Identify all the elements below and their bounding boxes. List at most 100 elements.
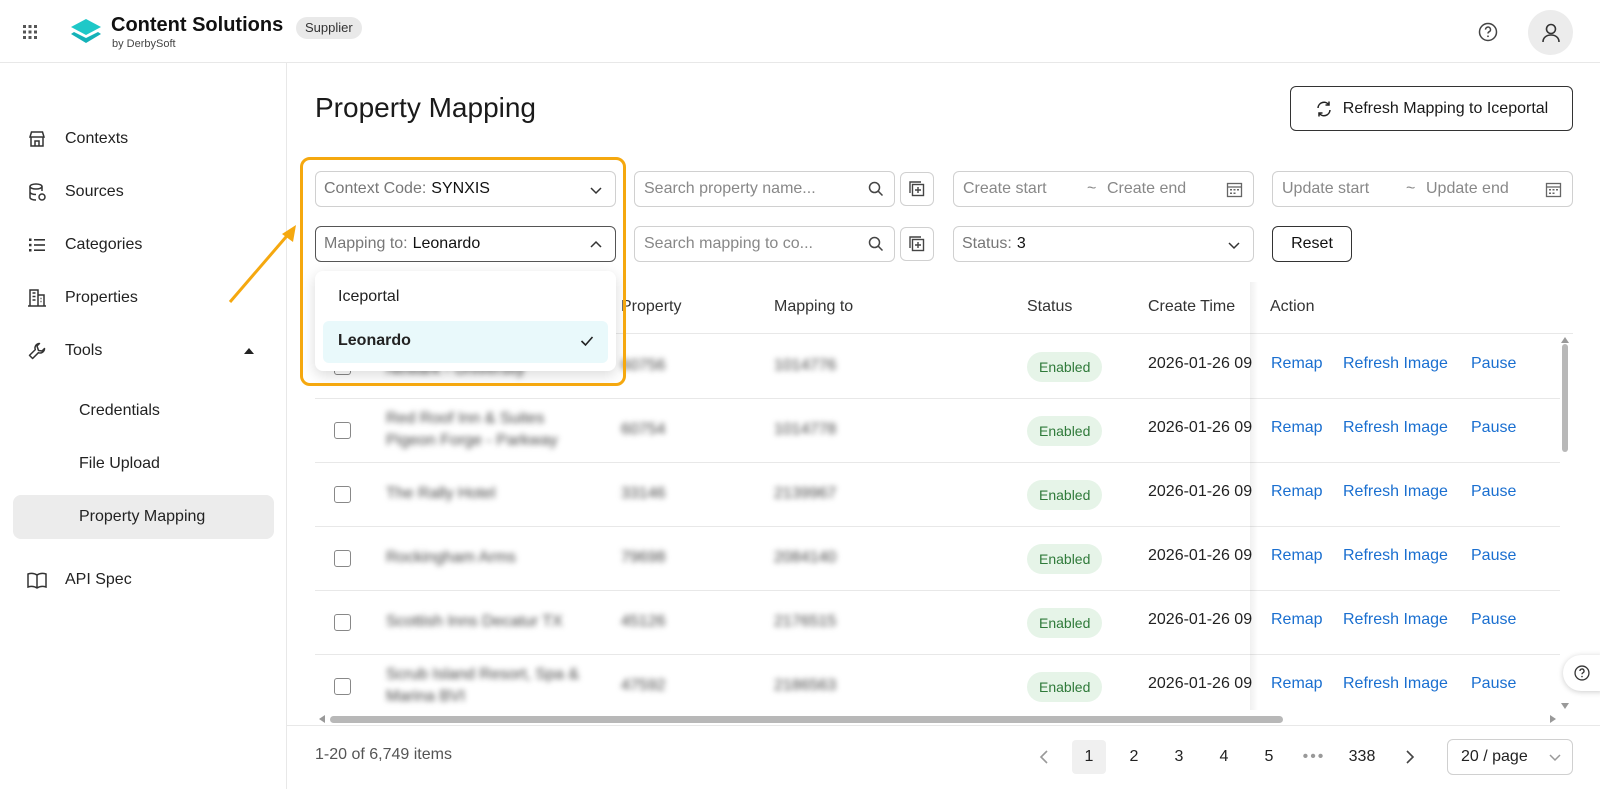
row-checkbox[interactable] bbox=[334, 550, 351, 567]
property-name: Scrub Island Resort, Spa & Marina BVI bbox=[386, 666, 579, 705]
search-property-button[interactable] bbox=[857, 171, 895, 207]
search-mapping-input[interactable]: Search mapping to co... bbox=[634, 226, 858, 262]
column-header-create-time[interactable]: Create Time bbox=[1148, 298, 1235, 316]
column-header-mapping-to[interactable]: Mapping to bbox=[774, 298, 853, 316]
search-mapping-button[interactable] bbox=[857, 226, 895, 262]
help-circle-icon[interactable] bbox=[1477, 21, 1499, 43]
scroll-down-arrow-icon[interactable] bbox=[1560, 702, 1570, 710]
remap-link[interactable]: Remap bbox=[1271, 611, 1323, 629]
create-time: 2026-01-26 09 bbox=[1148, 419, 1253, 436]
search-mapping-placeholder: Search mapping to co... bbox=[644, 235, 813, 252]
user-icon bbox=[1541, 23, 1560, 42]
chevron-left-icon[interactable] bbox=[1037, 749, 1051, 765]
remap-link[interactable]: Remap bbox=[1271, 419, 1323, 437]
refresh-image-link[interactable]: Refresh Image bbox=[1343, 419, 1448, 437]
page-3[interactable]: 3 bbox=[1162, 740, 1196, 774]
mapping-code: 2084140 bbox=[774, 549, 837, 566]
brand-title: Content Solutions bbox=[111, 14, 284, 36]
property-code: 33146 bbox=[621, 485, 666, 502]
remap-link[interactable]: Remap bbox=[1271, 483, 1323, 501]
property-batch-search-button[interactable] bbox=[900, 172, 934, 206]
page-last[interactable]: 338 bbox=[1345, 740, 1379, 774]
page-1[interactable]: 1 bbox=[1072, 740, 1106, 774]
pause-link[interactable]: Pause bbox=[1471, 675, 1516, 693]
pause-link[interactable]: Pause bbox=[1471, 547, 1516, 565]
create-start-placeholder: Create start bbox=[963, 180, 1047, 197]
table-row: Rockingham Arms 79698 2084140 Enabled 20… bbox=[315, 527, 1560, 591]
top-bar: Content Solutions by DerbySoft Supplier bbox=[0, 0, 1600, 63]
sidebar-item-label: Property Mapping bbox=[79, 508, 206, 525]
row-checkbox[interactable] bbox=[334, 486, 351, 503]
status-badge: Enabled bbox=[1027, 544, 1103, 574]
sidebar-item-contexts[interactable]: Contexts bbox=[0, 117, 287, 161]
sidebar-item-tools[interactable]: Tools bbox=[0, 329, 287, 373]
page-size-select[interactable]: 20 / page bbox=[1447, 739, 1573, 775]
mapping-code: 2139967 bbox=[774, 485, 837, 502]
book-icon bbox=[26, 569, 48, 591]
calendar-icon bbox=[1545, 182, 1562, 198]
expand-square-icon bbox=[909, 236, 925, 252]
chevron-right-icon[interactable] bbox=[1403, 749, 1417, 765]
remap-link[interactable]: Remap bbox=[1271, 355, 1323, 373]
column-header-status[interactable]: Status bbox=[1027, 298, 1072, 316]
sidebar-item-file-upload[interactable]: File Upload bbox=[13, 442, 274, 486]
refresh-mapping-button[interactable]: Refresh Mapping to Iceportal bbox=[1290, 86, 1573, 131]
row-checkbox[interactable] bbox=[334, 614, 351, 631]
property-name: The Rally Hotel bbox=[386, 485, 496, 502]
expand-square-icon bbox=[909, 181, 925, 197]
table-row: Scrub Island Resort, Spa & Marina BVI 47… bbox=[315, 655, 1560, 719]
pause-link[interactable]: Pause bbox=[1471, 611, 1516, 629]
page-2[interactable]: 2 bbox=[1117, 740, 1151, 774]
sidebar-item-api-spec[interactable]: API Spec bbox=[0, 558, 287, 602]
help-circle-icon bbox=[1574, 665, 1590, 681]
mapping-batch-search-button[interactable] bbox=[900, 227, 934, 261]
status-select[interactable]: Status: 3 bbox=[953, 226, 1254, 262]
remap-link[interactable]: Remap bbox=[1271, 547, 1323, 565]
mapping-code: 2176515 bbox=[774, 613, 837, 630]
status-label: Status: bbox=[962, 235, 1012, 252]
update-time-range[interactable]: Update start ~ Update end bbox=[1272, 171, 1573, 207]
sidebar-item-credentials[interactable]: Credentials bbox=[13, 389, 274, 433]
vertical-scrollbar[interactable] bbox=[1562, 344, 1568, 452]
refresh-image-link[interactable]: Refresh Image bbox=[1343, 547, 1448, 565]
sidebar-item-property-mapping[interactable]: Property Mapping bbox=[13, 495, 274, 539]
sidebar-item-label: Categories bbox=[65, 236, 143, 253]
user-avatar[interactable] bbox=[1528, 10, 1573, 55]
scroll-right-arrow-icon[interactable] bbox=[1549, 714, 1557, 724]
scroll-left-arrow-icon[interactable] bbox=[318, 714, 326, 724]
status-badge: Enabled bbox=[1027, 480, 1103, 510]
reset-button[interactable]: Reset bbox=[1272, 226, 1352, 262]
refresh-image-link[interactable]: Refresh Image bbox=[1343, 483, 1448, 501]
page-5[interactable]: 5 bbox=[1252, 740, 1286, 774]
pause-link[interactable]: Pause bbox=[1471, 355, 1516, 373]
create-time-range[interactable]: Create start ~ Create end bbox=[953, 171, 1254, 207]
floating-help-button[interactable] bbox=[1563, 655, 1600, 691]
horizontal-scrollbar[interactable] bbox=[330, 716, 1283, 723]
remap-link[interactable]: Remap bbox=[1271, 675, 1323, 693]
column-header-action: Action bbox=[1270, 298, 1315, 315]
chevron-down-icon bbox=[1549, 754, 1561, 762]
grid-icon[interactable] bbox=[22, 24, 38, 40]
sidebar-item-label: Sources bbox=[65, 183, 124, 200]
search-property-input[interactable]: Search property name... bbox=[634, 171, 858, 207]
pause-link[interactable]: Pause bbox=[1471, 419, 1516, 437]
sidebar-item-sources[interactable]: Sources bbox=[0, 170, 287, 214]
sidebar-item-label: Tools bbox=[65, 342, 103, 359]
column-header-property[interactable]: Property bbox=[621, 298, 681, 316]
page-4[interactable]: 4 bbox=[1207, 740, 1241, 774]
building-icon bbox=[26, 287, 48, 309]
pause-link[interactable]: Pause bbox=[1471, 483, 1516, 501]
row-checkbox[interactable] bbox=[334, 678, 351, 695]
row-checkbox[interactable] bbox=[334, 422, 351, 439]
chevron-down-icon bbox=[1228, 242, 1240, 250]
content-solutions-logo-icon[interactable] bbox=[70, 18, 102, 46]
refresh-image-link[interactable]: Refresh Image bbox=[1343, 355, 1448, 373]
refresh-image-link[interactable]: Refresh Image bbox=[1343, 611, 1448, 629]
sidebar-item-label: File Upload bbox=[79, 455, 160, 472]
property-name: Rockingham Arms bbox=[386, 549, 516, 566]
refresh-image-link[interactable]: Refresh Image bbox=[1343, 675, 1448, 693]
property-code: 60756 bbox=[621, 357, 666, 374]
scroll-up-arrow-icon[interactable] bbox=[1560, 336, 1570, 344]
status-badge: Enabled bbox=[1027, 352, 1103, 382]
page-ellipsis[interactable]: ••• bbox=[1297, 740, 1331, 774]
